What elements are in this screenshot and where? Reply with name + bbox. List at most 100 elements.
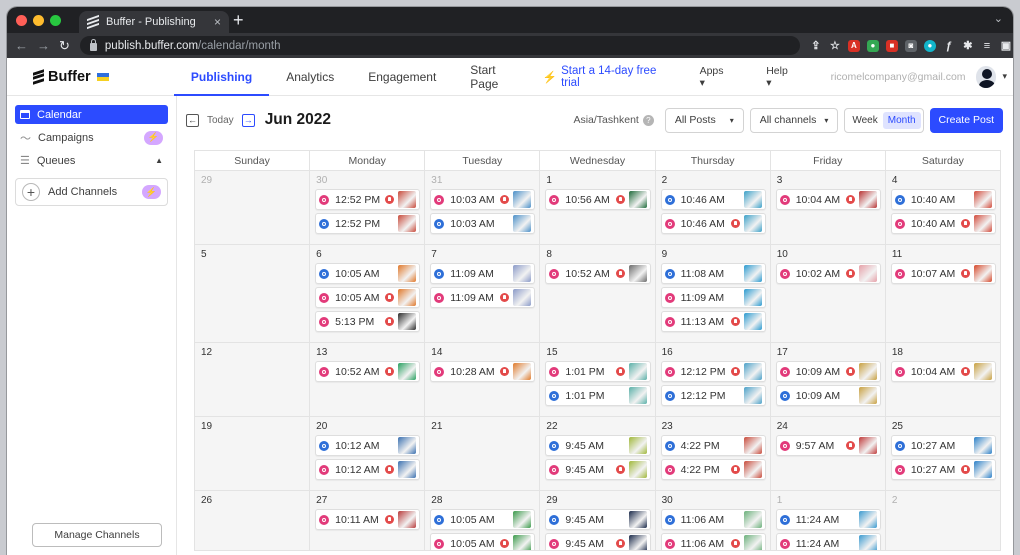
scheduled-post-card[interactable]: 11:13 AM — [660, 311, 766, 332]
calendar-day-cell[interactable]: 13 10:52 AM — [310, 343, 426, 416]
calendar-day-cell[interactable]: 12 — [195, 343, 311, 416]
calendar-day-cell[interactable]: 26 — [195, 491, 311, 550]
calendar-day-cell[interactable]: 8 10:52 AM — [540, 245, 656, 342]
scheduled-post-card[interactable]: 11:24 AM — [775, 533, 881, 550]
channels-filter-select[interactable]: All channels ▾ — [749, 107, 839, 133]
scheduled-post-card[interactable]: 1:01 PM — [545, 385, 651, 406]
scheduled-post-card[interactable]: 10:52 AM — [315, 361, 421, 382]
bookmark-star-icon[interactable]: ☆ — [829, 40, 841, 52]
calendar-day-cell[interactable]: 3 10:04 AM — [770, 171, 886, 244]
add-channels-button[interactable]: + Add Channels ⚡ — [15, 178, 168, 206]
back-icon[interactable]: ← — [15, 38, 28, 53]
calendar-day-cell[interactable]: 23 4:22 PM 4:22 PM — [655, 417, 771, 490]
buffer-logo[interactable]: Buffer — [7, 69, 174, 85]
calendar-day-cell[interactable]: 5 — [195, 245, 311, 342]
scheduled-post-card[interactable]: 4:22 PM — [660, 435, 766, 456]
sidebar-item-campaigns[interactable]: 〜 Campaigns ⚡ — [15, 128, 168, 147]
scheduled-post-card[interactable]: 1:01 PM — [545, 361, 651, 382]
scheduled-post-card[interactable]: 11:09 AM — [430, 287, 536, 308]
next-month-button[interactable]: → — [241, 113, 255, 127]
red-extension-icon[interactable]: ■ — [885, 39, 898, 52]
scheduled-post-card[interactable]: 10:27 AM — [890, 435, 996, 456]
calendar-day-cell[interactable]: 1 11:24 AM 11:24 AM — [770, 491, 886, 550]
scheduled-post-card[interactable]: 10:46 AM — [660, 189, 766, 210]
calendar-day-cell[interactable]: 14 10:28 AM — [425, 343, 541, 416]
scheduled-post-card[interactable]: 10:03 AM — [430, 213, 536, 234]
calendar-day-cell[interactable]: 24 9:57 AM — [770, 417, 886, 490]
scheduled-post-card[interactable]: 10:05 AM — [315, 263, 421, 284]
account-chevron-icon[interactable]: ▾ — [1002, 71, 1007, 82]
sidebar-item-queues[interactable]: ☰ Queues ▲ — [15, 151, 168, 170]
scheduled-post-card[interactable]: 10:03 AM — [430, 189, 536, 210]
minimize-window-button[interactable] — [33, 15, 44, 26]
calendar-day-cell[interactable]: 15 1:01 PM 1:01 PM — [540, 343, 656, 416]
reading-list-icon[interactable]: ≡ — [981, 40, 993, 52]
scheduled-post-card[interactable]: 10:05 AM — [315, 287, 421, 308]
today-button[interactable]: Today — [207, 115, 234, 126]
calendar-day-cell[interactable]: 20 10:12 AM 10:12 AM — [310, 417, 426, 490]
week-view-button[interactable]: Week — [847, 112, 882, 129]
create-post-button[interactable]: Create Post — [929, 107, 1003, 133]
scheduled-post-card[interactable]: 11:06 AM — [660, 533, 766, 550]
scheduled-post-card[interactable]: 10:56 AM — [545, 189, 651, 210]
scheduled-post-card[interactable]: 10:46 AM — [660, 213, 766, 234]
scheduled-post-card[interactable]: 4:22 PM — [660, 459, 766, 480]
scheduled-post-card[interactable]: 10:52 AM — [545, 263, 651, 284]
calendar-day-cell[interactable]: 28 10:05 AM 10:05 AM — [425, 491, 541, 550]
scheduled-post-card[interactable]: 9:45 AM — [545, 509, 651, 530]
adblock-extension-icon[interactable]: A — [847, 39, 860, 52]
scheduled-post-card[interactable]: 9:45 AM — [545, 435, 651, 456]
scheduled-post-card[interactable]: 10:12 AM — [315, 459, 421, 480]
scheduled-post-card[interactable]: 10:40 AM — [890, 213, 996, 234]
scheduled-post-card[interactable]: 10:04 AM — [775, 189, 881, 210]
scheduled-post-card[interactable]: 10:05 AM — [430, 509, 536, 530]
tab-search-icon[interactable]: ⌄ — [994, 12, 1003, 25]
scheduled-post-card[interactable]: 10:40 AM — [890, 189, 996, 210]
close-window-button[interactable] — [16, 15, 27, 26]
function-extension-icon[interactable]: ƒ — [943, 40, 955, 52]
url-field[interactable]: publish.buffer.com/calendar/month — [79, 36, 800, 55]
scheduled-post-card[interactable]: 11:24 AM — [775, 509, 881, 530]
green-extension-icon[interactable]: ● — [866, 39, 879, 52]
previous-month-button[interactable]: ← — [186, 113, 199, 127]
scheduled-post-card[interactable]: 9:45 AM — [545, 533, 651, 550]
scheduled-post-card[interactable]: 9:45 AM — [545, 459, 651, 480]
camera-extension-icon[interactable]: ◙ — [904, 39, 917, 52]
nav-start-page[interactable]: Start Page — [453, 58, 542, 96]
puzzle-extensions-icon[interactable]: ✱ — [962, 40, 974, 52]
calendar-day-cell[interactable]: 18 10:04 AM — [885, 343, 1001, 416]
calendar-day-cell[interactable]: 1 10:56 AM — [540, 171, 656, 244]
zoom-window-button[interactable] — [50, 15, 61, 26]
close-tab-icon[interactable]: × — [214, 15, 221, 29]
scheduled-post-card[interactable]: 9:57 AM — [775, 435, 881, 456]
apps-menu[interactable]: Apps ▾ — [700, 65, 731, 89]
side-panel-icon[interactable]: ▣ — [1000, 40, 1012, 52]
calendar-day-cell[interactable]: 17 10:09 AM 10:09 AM — [770, 343, 886, 416]
scheduled-post-card[interactable]: 10:09 AM — [775, 385, 881, 406]
calendar-day-cell[interactable]: 31 10:03 AM 10:03 AM — [425, 171, 541, 244]
scheduled-post-card[interactable]: 10:02 AM — [775, 263, 881, 284]
calendar-day-cell[interactable]: 2 10:46 AM 10:46 AM — [655, 171, 771, 244]
help-icon[interactable]: ? — [642, 114, 654, 126]
calendar-day-cell[interactable]: 30 11:06 AM 11:06 AM — [655, 491, 771, 550]
calendar-day-cell[interactable]: 2 — [885, 491, 1001, 550]
nav-analytics[interactable]: Analytics — [269, 58, 351, 96]
calendar-day-cell[interactable]: 29 — [195, 171, 311, 244]
timezone-label[interactable]: Asia/Tashkent ? — [573, 114, 654, 126]
scheduled-post-card[interactable]: 10:04 AM — [890, 361, 996, 382]
scheduled-post-card[interactable]: 12:12 PM — [660, 385, 766, 406]
scheduled-post-card[interactable]: 11:09 AM — [430, 263, 536, 284]
scheduled-post-card[interactable]: 12:52 PM — [315, 213, 421, 234]
scheduled-post-card[interactable]: 12:52 PM — [315, 189, 421, 210]
calendar-day-cell[interactable]: 9 11:08 AM 11:09 AM 11:13 AM — [655, 245, 771, 342]
calendar-day-cell[interactable]: 29 9:45 AM 9:45 AM — [540, 491, 656, 550]
avatar[interactable] — [975, 65, 997, 88]
scheduled-post-card[interactable]: 5:13 PM — [315, 311, 421, 332]
calendar-day-cell[interactable]: 16 12:12 PM 12:12 PM — [655, 343, 771, 416]
teal-extension-icon[interactable]: ● — [923, 39, 936, 52]
scheduled-post-card[interactable]: 10:27 AM — [890, 459, 996, 480]
scheduled-post-card[interactable]: 10:05 AM — [430, 533, 536, 550]
calendar-day-cell[interactable]: 22 9:45 AM 9:45 AM — [540, 417, 656, 490]
scheduled-post-card[interactable]: 10:11 AM — [315, 509, 421, 530]
scheduled-post-card[interactable]: 10:28 AM — [430, 361, 536, 382]
